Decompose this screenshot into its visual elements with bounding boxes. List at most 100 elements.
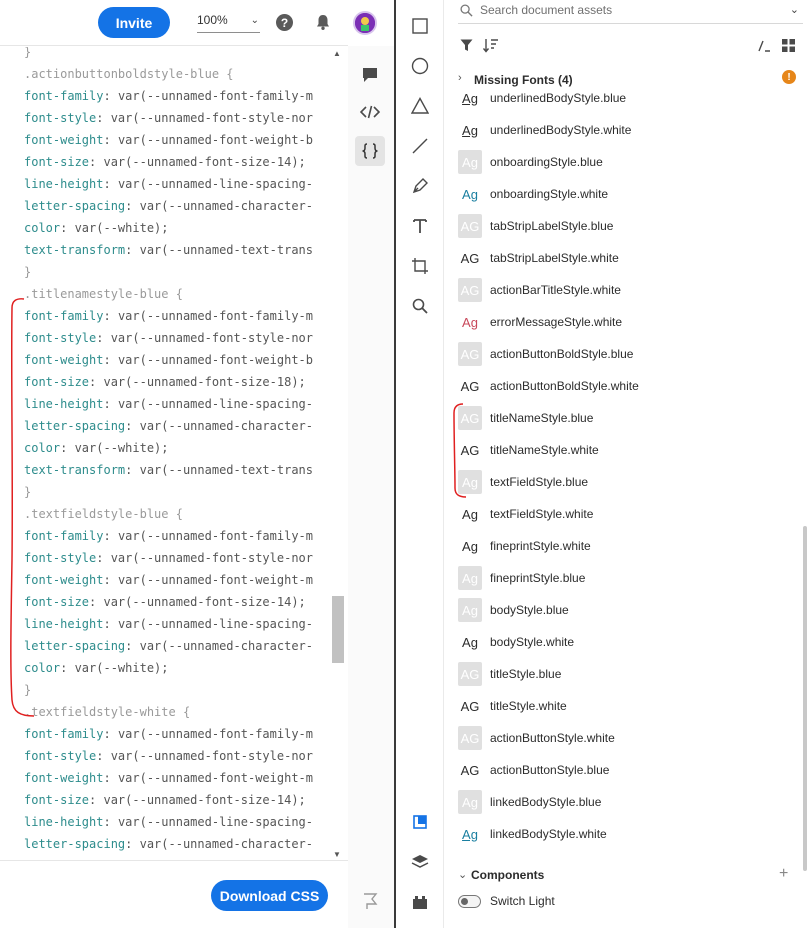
style-swatch: Ag	[458, 150, 482, 174]
line-tool[interactable]	[410, 136, 430, 156]
code-scrollbar[interactable]: ▲ ▼	[330, 47, 344, 860]
style-swatch: Ag	[458, 822, 482, 846]
character-style-item[interactable]: Ag textFieldStyle.blue	[458, 470, 788, 494]
css-colon: :	[60, 221, 75, 235]
character-style-item[interactable]: Ag bodyStyle.blue	[458, 598, 788, 622]
css-value: var(--unnamed-font-family-m	[117, 529, 314, 543]
code-view-button[interactable]	[355, 97, 385, 127]
document-assets-panel: Search document assets ⌄ › Missing Fonts…	[444, 0, 809, 928]
zoom-select[interactable]: 100% ⌄	[197, 13, 260, 33]
scrollbar-thumb[interactable]	[332, 596, 344, 663]
character-style-item[interactable]: AG titleStyle.white	[458, 694, 788, 718]
character-style-item[interactable]: Ag underlinedBodyStyle.blue	[458, 92, 788, 110]
css-selector: }	[24, 485, 32, 499]
css-value: var(--unnamed-character-	[139, 199, 313, 213]
avatar[interactable]	[353, 11, 377, 35]
character-style-item[interactable]: Ag onboardingStyle.blue	[458, 150, 788, 174]
css-declaration: font-family: var(--unnamed-font-family-m	[24, 723, 313, 745]
zoom-tool[interactable]	[410, 296, 430, 316]
chevron-right-icon[interactable]: ›	[458, 72, 462, 84]
style-name: actionButtonBoldStyle.white	[490, 379, 639, 393]
character-style-item[interactable]: AG actionButtonStyle.blue	[458, 758, 788, 782]
css-view-button[interactable]	[355, 136, 385, 166]
character-style-item[interactable]: Ag linkedBodyStyle.blue	[458, 790, 788, 814]
css-code-view[interactable]: } .actionbuttonboldstyle-blue {font-famil…	[8, 47, 330, 860]
css-property: font-size	[24, 155, 90, 169]
character-style-item[interactable]: AG titleNameStyle.white	[458, 438, 788, 462]
line-icon	[412, 138, 428, 154]
css-colon: :	[103, 309, 118, 323]
layers-tool[interactable]	[410, 852, 430, 872]
character-style-item[interactable]: Ag fineprintStyle.blue	[458, 566, 788, 590]
character-style-item[interactable]: Ag linkedBodyStyle.white	[458, 822, 788, 846]
css-value: var(--unnamed-line-spacing-	[117, 815, 314, 829]
inspect-tool-strip	[348, 46, 394, 928]
style-name: fineprintStyle.white	[490, 539, 591, 553]
css-property: font-size	[24, 375, 90, 389]
css-value: var(--unnamed-font-style-nor	[110, 331, 313, 345]
polygon-tool[interactable]	[410, 96, 430, 116]
character-style-item[interactable]: AG actionButtonBoldStyle.blue	[458, 342, 788, 366]
css-value: var(--white);	[74, 221, 169, 235]
grid-view-icon[interactable]	[782, 39, 795, 52]
css-property: font-weight	[24, 353, 104, 367]
add-component-icon[interactable]: +	[779, 865, 788, 883]
flag-button[interactable]	[355, 886, 385, 916]
character-style-item[interactable]: Ag onboardingStyle.white	[458, 182, 788, 206]
assets-scrollbar[interactable]	[803, 526, 807, 871]
character-style-item[interactable]: Ag underlinedBodyStyle.white	[458, 118, 788, 142]
character-style-item[interactable]: AG titleStyle.blue	[458, 662, 788, 686]
character-style-item[interactable]: AG tabStripLabelStyle.white	[458, 246, 788, 270]
character-style-item[interactable]: Ag textFieldStyle.white	[458, 502, 788, 526]
list-view-icon[interactable]	[757, 39, 771, 53]
character-style-item[interactable]: Ag errorMessageStyle.white	[458, 310, 788, 334]
artboard-tool[interactable]	[410, 256, 430, 276]
component-item[interactable]: Switch Light	[458, 892, 758, 912]
bell-icon[interactable]	[314, 13, 332, 31]
css-colon: :	[89, 155, 104, 169]
text-tool[interactable]	[410, 216, 430, 236]
css-selector: }	[24, 47, 32, 59]
character-style-item[interactable]: Ag fineprintStyle.white	[458, 534, 788, 558]
style-swatch: Ag	[458, 470, 482, 494]
missing-fonts-section[interactable]: › Missing Fonts (4)	[458, 70, 803, 90]
layers-icon	[411, 855, 429, 868]
style-name: actionButtonStyle.white	[490, 731, 615, 745]
ellipse-tool[interactable]	[410, 56, 430, 76]
rectangle-tool[interactable]	[410, 16, 430, 36]
search-input[interactable]: Search document assets	[480, 3, 612, 17]
asset-search[interactable]: Search document assets ⌄	[458, 0, 803, 24]
css-property: font-style	[24, 111, 97, 125]
plugins-tool[interactable]	[410, 892, 430, 912]
chevron-down-icon[interactable]: ⌄	[790, 3, 799, 16]
filter-icon[interactable]	[460, 39, 473, 52]
css-colon: :	[96, 749, 111, 763]
components-section[interactable]: ⌄ Components +	[458, 865, 803, 886]
chevron-down-icon[interactable]: ⌄	[458, 868, 467, 881]
sort-icon[interactable]	[483, 39, 499, 53]
character-style-item[interactable]: AG tabStripLabelStyle.blue	[458, 214, 788, 238]
css-property: font-weight	[24, 133, 104, 147]
character-style-item[interactable]: AG actionBarTitleStyle.white	[458, 278, 788, 302]
style-name: errorMessageStyle.white	[490, 315, 623, 329]
css-property: font-family	[24, 727, 104, 741]
download-css-button[interactable]: Download CSS	[211, 880, 328, 911]
help-icon[interactable]: ?	[276, 14, 293, 31]
character-style-item[interactable]: AG titleNameStyle.blue	[458, 406, 788, 430]
scroll-up-icon[interactable]: ▲	[333, 49, 341, 58]
pen-tool[interactable]	[410, 176, 430, 196]
css-colon: :	[103, 529, 118, 543]
character-style-item[interactable]: AG actionButtonBoldStyle.white	[458, 374, 788, 398]
css-property: line-height	[24, 617, 104, 631]
scroll-down-icon[interactable]: ▼	[333, 850, 341, 859]
style-swatch: AG	[458, 214, 482, 238]
comment-button[interactable]	[355, 60, 385, 90]
document-assets-tool[interactable]	[410, 812, 430, 832]
style-swatch: Ag	[458, 566, 482, 590]
css-colon: :	[125, 837, 140, 851]
css-declaration: font-size: var(--unnamed-font-size-14);	[24, 151, 306, 173]
character-style-item[interactable]: AG actionButtonStyle.white	[458, 726, 788, 750]
css-property: font-style	[24, 551, 97, 565]
invite-button[interactable]: Invite	[98, 7, 170, 38]
character-style-item[interactable]: Ag bodyStyle.white	[458, 630, 788, 654]
